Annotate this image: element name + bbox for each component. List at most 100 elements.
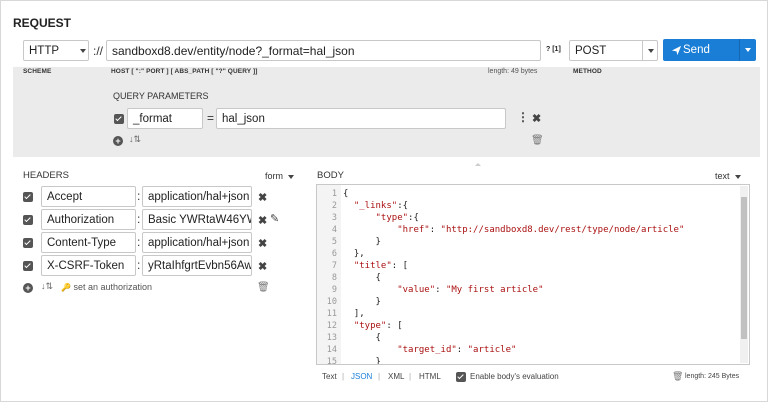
code-line: } bbox=[343, 237, 381, 247]
send-icon bbox=[671, 45, 682, 56]
line-number: 12 bbox=[326, 321, 337, 331]
line-number: 13 bbox=[326, 333, 337, 343]
body-mode-select[interactable]: text bbox=[715, 171, 741, 181]
header-name[interactable]: Content-Type bbox=[41, 232, 136, 253]
header-colon: : bbox=[137, 212, 141, 226]
chevron-down-icon bbox=[648, 49, 654, 53]
header-name[interactable]: X-CSRF-Token bbox=[41, 255, 136, 276]
format-separator: | bbox=[342, 372, 345, 381]
line-gutter: 1 2 3 4 5 6 7 8 9 10 11 12 13 14 15 bbox=[317, 185, 341, 364]
header-name[interactable]: Accept bbox=[41, 186, 136, 207]
code-line: { bbox=[343, 333, 381, 343]
body-mode-value: text bbox=[715, 171, 730, 181]
scheme-caption: SCHEME bbox=[23, 68, 52, 75]
more-vertical-icon[interactable]: ⋮ bbox=[517, 110, 529, 124]
body-title: BODY bbox=[317, 170, 344, 181]
host-caption: HOST [ ":" PORT ] [ ABS_PATH [ "?" QUERY… bbox=[111, 68, 258, 75]
query-param-name[interactable]: _format bbox=[127, 108, 203, 129]
line-number: 8 bbox=[331, 273, 337, 283]
send-options-button[interactable] bbox=[739, 39, 756, 61]
body-format-xml[interactable]: XML bbox=[388, 372, 404, 381]
request-title: REQUEST bbox=[13, 16, 72, 30]
line-number: 7 bbox=[331, 261, 337, 271]
code-line: "_links":{ bbox=[353, 201, 409, 211]
add-query-param-icon[interactable]: + bbox=[113, 136, 123, 146]
sort-icon[interactable]: ↓⇅ bbox=[41, 281, 53, 292]
body-format-json[interactable]: JSON bbox=[351, 372, 372, 381]
header-value[interactable]: yRtaIhfgrtEvbn56Awrt bbox=[142, 255, 252, 276]
code-line: ], bbox=[343, 309, 365, 319]
scrollbar-thumb[interactable] bbox=[741, 197, 747, 339]
code-line: { bbox=[343, 273, 381, 283]
edit-pencil-icon[interactable]: ✎ bbox=[270, 212, 279, 225]
code-line: "title": [ bbox=[353, 261, 409, 271]
headers-mode-value: form bbox=[265, 171, 283, 181]
line-number: 10 bbox=[326, 297, 337, 307]
send-label: Send bbox=[683, 44, 710, 56]
body-format-text[interactable]: Text bbox=[322, 372, 337, 381]
code-line: "href": "http://sandboxd8.dev/rest/type/… bbox=[397, 225, 685, 235]
header-checkbox[interactable] bbox=[23, 192, 33, 202]
code-line: "type": [ bbox=[353, 321, 403, 331]
line-number: 1 bbox=[331, 189, 337, 199]
chevron-down-icon bbox=[80, 49, 86, 53]
add-header-icon[interactable]: + bbox=[23, 283, 33, 293]
url-input[interactable]: sandboxd8.dev/entity/node?_format=hal_js… bbox=[106, 40, 541, 61]
splitter-handle-icon[interactable] bbox=[475, 163, 481, 166]
set-authorization-link[interactable]: 🔑 set an authorization bbox=[61, 282, 152, 292]
chevron-down-icon bbox=[288, 175, 294, 179]
line-number: 2 bbox=[331, 201, 337, 211]
query-param-value[interactable]: hal_json bbox=[216, 108, 506, 129]
close-icon[interactable]: ✖ bbox=[258, 260, 267, 273]
header-checkbox[interactable] bbox=[23, 261, 33, 271]
code-line: { bbox=[343, 189, 349, 199]
trash-icon[interactable]: 🗑 bbox=[257, 282, 270, 293]
close-icon[interactable]: ✖ bbox=[258, 191, 267, 204]
body-format-html[interactable]: HTML bbox=[419, 372, 441, 381]
body-editor[interactable]: 1 2 3 4 5 6 7 8 9 10 11 12 13 14 15 { "_… bbox=[316, 184, 750, 365]
line-number: 9 bbox=[331, 285, 337, 295]
trash-icon[interactable]: 🗑 bbox=[531, 135, 544, 146]
url-query-badge[interactable]: ? [1] bbox=[546, 46, 561, 53]
url-length: length: 49 bytes bbox=[488, 68, 538, 75]
code-line: } bbox=[343, 357, 381, 365]
scheme-value: HTTP bbox=[29, 44, 60, 57]
code-line: "value": "My first article" bbox=[397, 285, 544, 295]
close-icon[interactable]: ✖ bbox=[258, 214, 267, 227]
headers-mode-select[interactable]: form bbox=[265, 171, 294, 181]
line-number: 14 bbox=[326, 345, 337, 355]
chevron-down-icon bbox=[745, 48, 751, 52]
query-param-checkbox[interactable] bbox=[114, 114, 124, 124]
method-value: POST bbox=[575, 44, 607, 57]
query-params-title: QUERY PARAMETERS bbox=[113, 91, 209, 101]
headers-title: HEADERS bbox=[23, 170, 69, 181]
close-icon[interactable]: ✖ bbox=[258, 237, 267, 250]
code-line: "type":{ bbox=[375, 213, 419, 223]
trash-icon[interactable]: 🗑 bbox=[672, 371, 683, 382]
header-name[interactable]: Authorization bbox=[41, 209, 136, 230]
line-number: 5 bbox=[331, 237, 337, 247]
code-line: } bbox=[343, 297, 381, 307]
code-line: "target_id": "article" bbox=[397, 345, 517, 355]
header-colon: : bbox=[137, 235, 141, 249]
header-colon: : bbox=[137, 258, 141, 272]
header-checkbox[interactable] bbox=[23, 215, 33, 225]
send-button[interactable]: Send bbox=[663, 39, 739, 61]
header-checkbox[interactable] bbox=[23, 238, 33, 248]
sort-icon[interactable]: ↓⇅ bbox=[129, 134, 141, 145]
header-value[interactable]: Basic YWRtaW46YWl bbox=[142, 209, 252, 230]
line-number: 4 bbox=[331, 225, 337, 235]
eval-label: Enable body's evaluation bbox=[470, 372, 559, 381]
body-length: length: 245 Bytes bbox=[685, 373, 740, 380]
query-param-equals: = bbox=[207, 111, 215, 125]
close-icon[interactable]: ✖ bbox=[532, 112, 541, 125]
header-value[interactable]: application/hal+json bbox=[142, 232, 252, 253]
scheme-select[interactable]: HTTP bbox=[23, 40, 89, 61]
set-authorization-label: set an authorization bbox=[73, 282, 153, 292]
scheme-separator: :// bbox=[93, 44, 104, 58]
method-select[interactable]: POST bbox=[569, 40, 658, 61]
line-number: 3 bbox=[331, 213, 337, 223]
request-panel: REQUEST HTTP :// sandboxd8.dev/entity/no… bbox=[0, 0, 768, 402]
header-value[interactable]: application/hal+json bbox=[142, 186, 252, 207]
eval-checkbox[interactable] bbox=[456, 372, 466, 382]
